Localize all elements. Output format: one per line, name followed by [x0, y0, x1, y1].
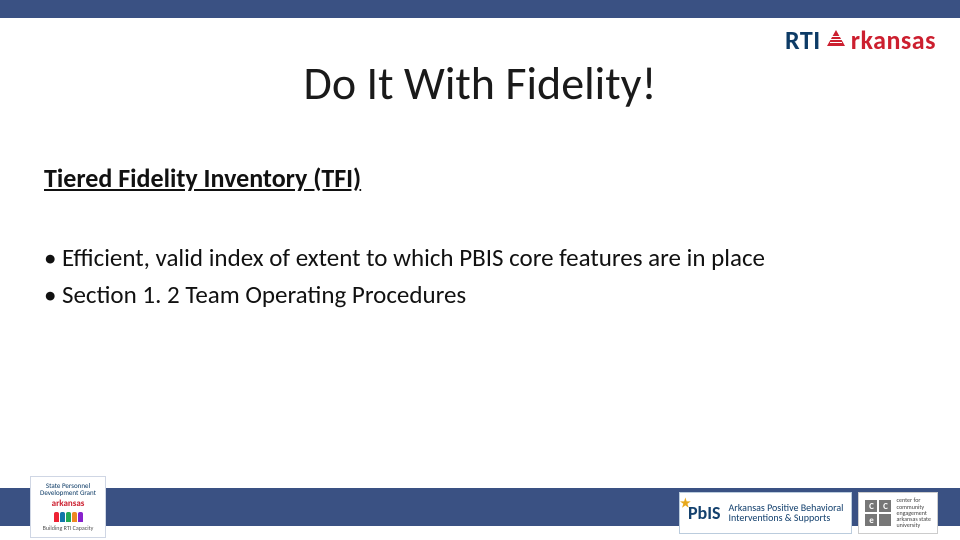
cce-letter [879, 514, 891, 526]
slide-title: Do It With Fidelity! [0, 56, 960, 112]
top-accent-bar [0, 0, 960, 18]
pbis-badge: ★ PbIS Arkansas Positive Behavioral Inte… [679, 492, 853, 534]
pbis-label: Arkansas Positive Behavioral Interventio… [729, 503, 844, 524]
pbis-logo-text: PbIS [688, 502, 721, 524]
pbis-logo-icon: ★ PbIS [688, 502, 721, 524]
bullet-text: Efficient, valid index of extent to whic… [62, 242, 765, 275]
bullet-list: Efficient, valid index of extent to whic… [44, 242, 916, 315]
header-logo: RTI rkansas [785, 24, 936, 56]
badge-tagline: Building RTI Capacity [43, 524, 94, 532]
logo-text-arkansas: rkansas [851, 24, 936, 56]
logo-text-rti: RTI [785, 24, 821, 56]
list-item: Section 1. 2 Team Operating Procedures [44, 279, 916, 312]
cce-label: center for community engagement arkansas… [896, 497, 931, 528]
cce-letter: C [865, 500, 877, 512]
people-icon [54, 512, 83, 522]
slide: RTI rkansas Do It With Fidelity! Tiered … [0, 0, 960, 540]
bullet-icon [44, 279, 62, 312]
badge-name: arkansas [52, 498, 85, 509]
cce-letter: C [879, 500, 891, 512]
badge-arc-text: State Personnel Development Grant [31, 482, 105, 496]
cce-letter: e [865, 514, 877, 526]
pbis-line2: Interventions & Supports [729, 513, 844, 524]
bullet-icon [44, 242, 62, 275]
list-item: Efficient, valid index of extent to whic… [44, 242, 916, 275]
footer-badges-right: ★ PbIS Arkansas Positive Behavioral Inte… [679, 492, 938, 534]
footer-badge-left: State Personnel Development Grant arkans… [30, 476, 106, 538]
cce-badge: C C e center for community engagement ar… [858, 492, 938, 534]
cce-grid-icon: C C e [865, 500, 891, 526]
star-icon: ★ [680, 496, 691, 511]
triangle-icon [827, 30, 845, 46]
slide-subheading: Tiered Fidelity Inventory (TFI) [44, 162, 361, 194]
bullet-text: Section 1. 2 Team Operating Procedures [62, 279, 466, 312]
